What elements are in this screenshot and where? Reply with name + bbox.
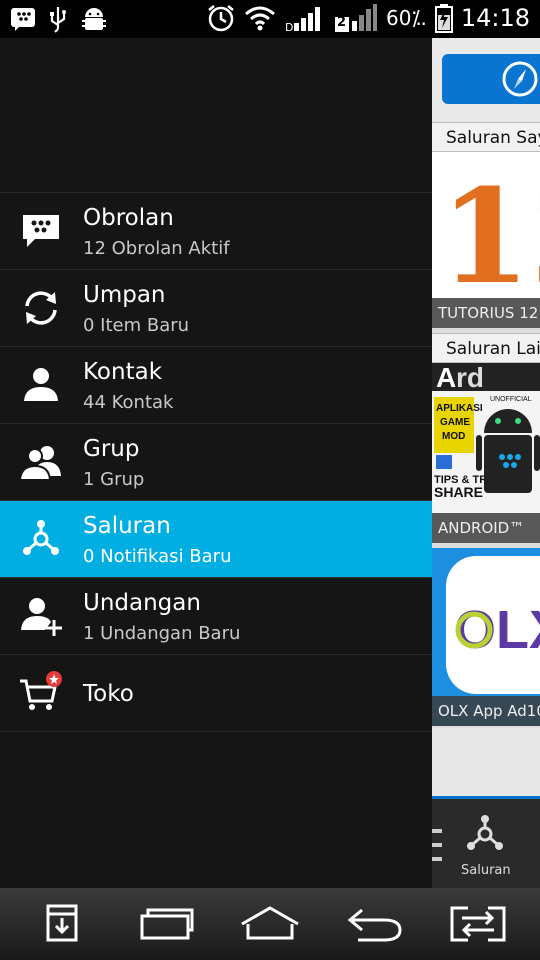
channel-card-android[interactable]: A rd APLIKASI GAME MOD TIPS & TRIK SHARE…	[432, 363, 540, 543]
menu-item-title: Umpan	[83, 282, 166, 308]
banner-line-6: UNOFFICIAL	[490, 396, 532, 403]
menu-item-subtitle: 1 Grup	[83, 469, 145, 490]
menu-item-title: Grup	[83, 436, 140, 462]
section-header-my-channels: Saluran Saya	[432, 122, 540, 152]
shop-cart-icon	[20, 671, 62, 710]
battery-percent: 60⁒.	[386, 6, 427, 30]
menu-item-title: Undangan	[83, 590, 201, 616]
menu-item-subtitle: 0 Item Baru	[83, 315, 190, 336]
banner-line-3: MOD	[442, 431, 465, 442]
channel-logo-12: 12	[440, 160, 540, 313]
menu-item-title: Toko	[83, 681, 134, 707]
tab-saluran[interactable]: Saluran	[432, 796, 540, 888]
compass-icon	[502, 61, 538, 97]
back-icon[interactable]	[344, 902, 404, 946]
channel-card-olx[interactable]: OLX OLX App Ad10	[432, 548, 540, 726]
home-icon[interactable]	[240, 902, 300, 946]
group-icon	[18, 446, 61, 481]
svg-text:D: D	[285, 21, 293, 33]
channel-caption: OLX App Ad10	[432, 696, 540, 726]
channels-content: Saluran Saya 12 TUTORIUS 12 Saluran Lain…	[432, 38, 540, 888]
menu-item-saluran[interactable]: Saluran 0 Notifikasi Baru	[0, 501, 432, 578]
dual-window-icon[interactable]	[448, 902, 508, 946]
signal-sim2-icon: 2	[334, 3, 378, 33]
channel-card-tutorius[interactable]: 12 TUTORIUS 12	[432, 152, 540, 328]
svg-text:rd: rd	[456, 363, 484, 393]
menu-item-undangan[interactable]: Undangan 1 Undangan Baru	[0, 578, 432, 655]
channel-caption: TUTORIUS 12	[432, 298, 540, 328]
menu-item-kontak[interactable]: Kontak 44 Kontak	[0, 347, 432, 424]
menu-item-title: Saluran	[83, 513, 171, 539]
channel-card-partial	[432, 728, 540, 796]
recent-apps-icon[interactable]	[136, 902, 196, 946]
usb-icon	[50, 7, 66, 33]
notification-drawer-icon[interactable]	[32, 902, 92, 946]
banner-line-2: GAME	[440, 417, 470, 428]
discover-button[interactable]	[442, 54, 540, 104]
content-top-bar	[432, 38, 540, 122]
banner-line-5: SHARE	[434, 484, 483, 500]
invite-icon	[21, 598, 62, 636]
svg-text:OLX: OLX	[454, 600, 540, 660]
section-header-other-channels: Saluran Lainnya	[432, 333, 540, 363]
menu-item-umpan[interactable]: Umpan 0 Item Baru	[0, 270, 432, 347]
menu-item-title: Kontak	[83, 359, 163, 385]
navigation-drawer: Obrolan 12 Obrolan Aktif Umpan 0 Item Ba…	[0, 38, 432, 888]
alarm-icon	[208, 5, 234, 32]
bbm-chat-icon	[23, 215, 59, 247]
system-navigation-bar	[0, 888, 540, 960]
drawer-header	[0, 38, 432, 193]
clock: 14:18	[460, 4, 530, 32]
overflow-menu-icon	[432, 829, 442, 861]
svg-text:A: A	[436, 363, 456, 393]
tab-label: Saluran	[461, 863, 511, 878]
menu-item-subtitle: 12 Obrolan Aktif	[83, 238, 230, 259]
bbm-notification-icon	[11, 8, 35, 31]
olx-logo: OLX	[446, 556, 540, 694]
battery-charging-icon	[434, 4, 453, 33]
banner-line-1: APLIKASI	[436, 403, 483, 414]
channels-icon	[23, 520, 59, 555]
menu-item-title: Obrolan	[83, 205, 174, 231]
channels-tab-icon	[467, 815, 503, 850]
channel-caption: ANDROID™	[432, 513, 540, 543]
menu-item-toko[interactable]: Toko	[0, 655, 432, 732]
menu-item-subtitle: 0 Notifikasi Baru	[83, 546, 232, 567]
menu-item-grup[interactable]: Grup 1 Grup	[0, 424, 432, 501]
menu-item-subtitle: 1 Undangan Baru	[83, 623, 241, 644]
menu-item-obrolan[interactable]: Obrolan 12 Obrolan Aktif	[0, 193, 432, 270]
menu-item-subtitle: 44 Kontak	[83, 392, 174, 413]
svg-text:12: 12	[440, 160, 540, 298]
sim2-label: 2	[337, 15, 347, 30]
refresh-icon	[25, 291, 57, 325]
status-bar: D 2 60⁒. 14:18	[0, 0, 540, 38]
android-debug-icon	[82, 8, 106, 30]
signal-sim1-icon: D	[285, 7, 321, 33]
contact-icon	[24, 368, 58, 401]
android-app-banner: A rd APLIKASI GAME MOD TIPS & TRIK SHARE…	[432, 363, 540, 500]
wifi-icon	[245, 6, 275, 31]
